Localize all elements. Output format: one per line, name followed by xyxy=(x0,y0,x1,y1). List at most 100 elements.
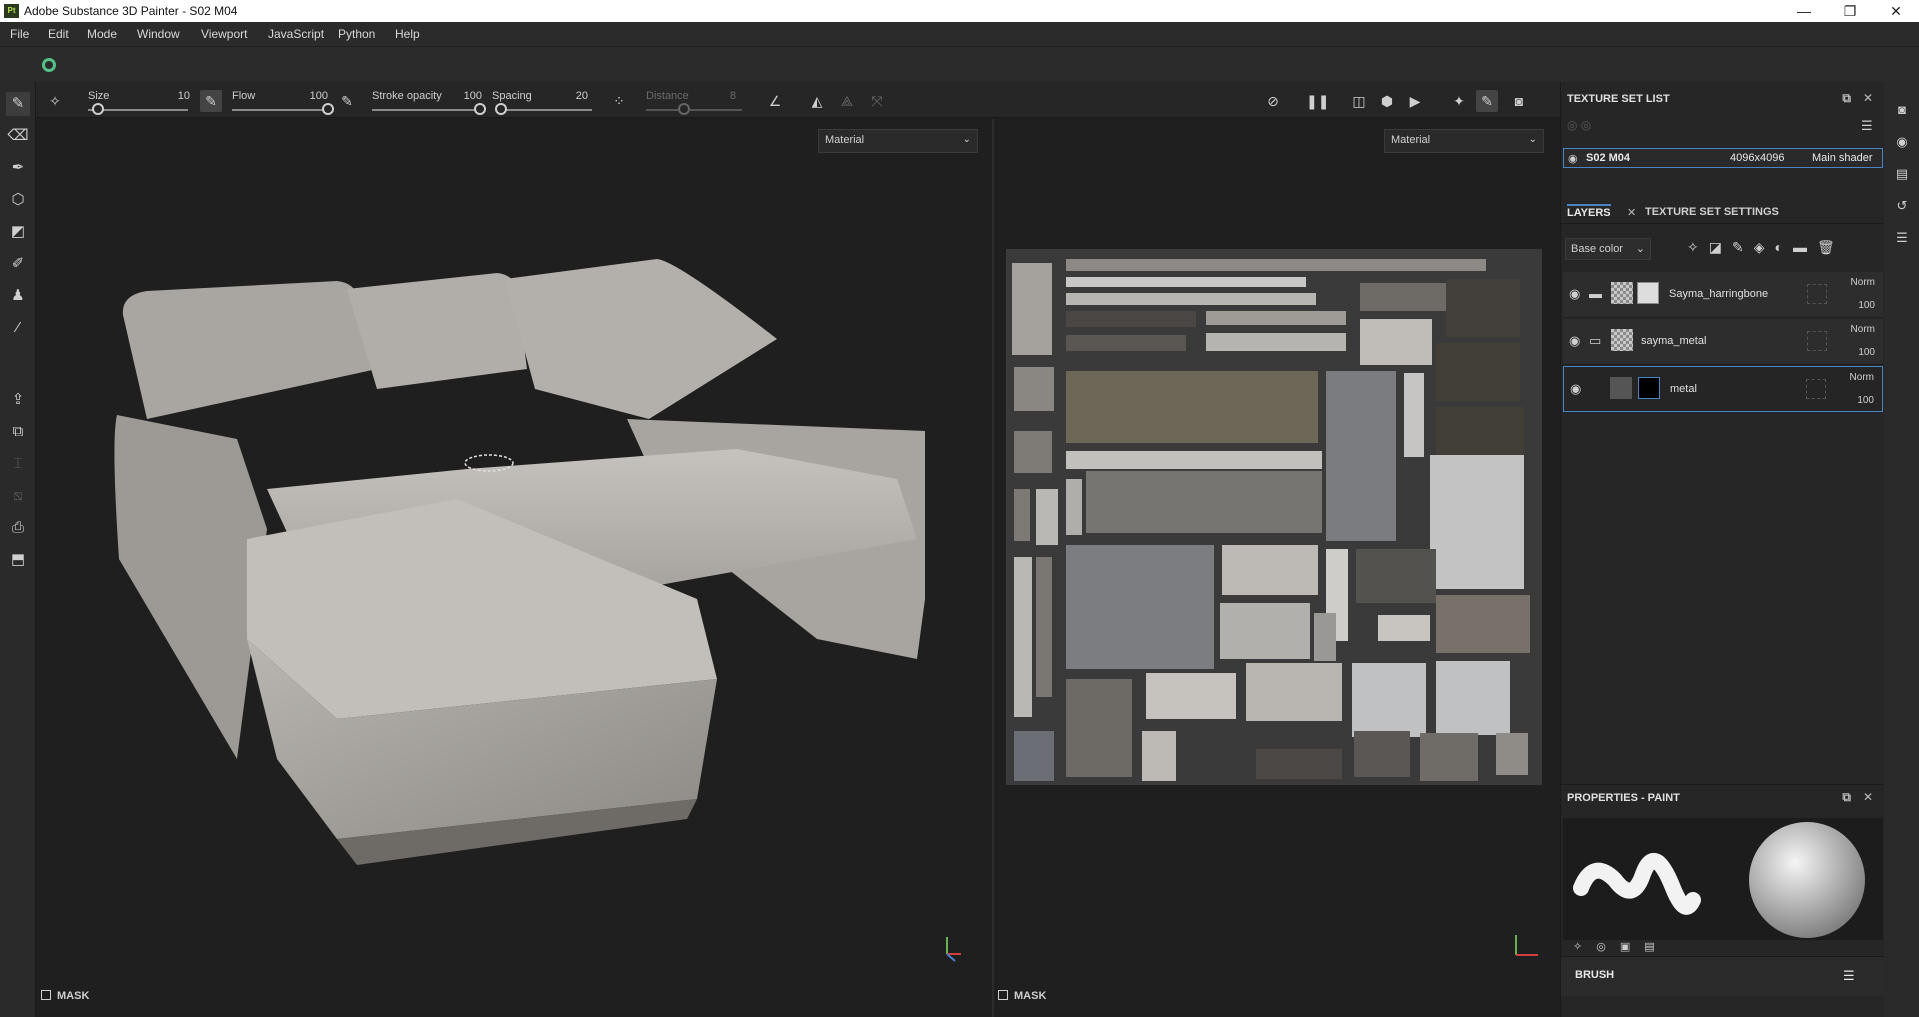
size-slider-knob[interactable] xyxy=(92,103,104,115)
add-mask-icon[interactable]: ◪ xyxy=(1709,239,1732,255)
menu-python[interactable]: Python xyxy=(338,27,375,41)
close-button[interactable]: ✕ xyxy=(1873,0,1919,22)
float-panel-icon[interactable]: ⧉ xyxy=(1842,91,1851,106)
mask-thumbnail[interactable] xyxy=(1638,377,1660,399)
mask-thumbnail[interactable] xyxy=(1637,282,1659,304)
layer-name[interactable]: metal xyxy=(1670,383,1697,395)
layer-name[interactable]: sayma_metal xyxy=(1641,335,1706,347)
viewport-2d-channel-dropdown[interactable]: Material ⌄ xyxy=(1384,129,1544,153)
pressure-size-icon[interactable]: ✎ xyxy=(200,90,222,112)
close-panel-icon[interactable]: ✕ xyxy=(1863,790,1873,804)
paint-brush-icon[interactable]: ✎ xyxy=(6,92,30,116)
texture-set-row[interactable]: ◉ S02 M04 4096x4096 Main shader xyxy=(1563,148,1883,168)
size-value[interactable]: 10 xyxy=(162,90,190,102)
viewport-3d[interactable]: Material ⌄ MASK xyxy=(37,119,992,1012)
brush-mode-icon[interactable]: ✎ xyxy=(1476,90,1498,112)
spacing-value[interactable]: 20 xyxy=(560,90,588,102)
delete-layer-icon[interactable]: 🗑 xyxy=(1817,239,1845,255)
layer-row[interactable]: ◉ ▬ Sayma_harringbone Norm 100 xyxy=(1563,272,1883,318)
eye-icon[interactable]: ◉ xyxy=(1569,286,1580,302)
blend-mode-dropdown[interactable]: Norm xyxy=(1851,324,1875,335)
view-split-icon[interactable]: ◫ xyxy=(1348,90,1370,112)
pause-icon[interactable]: ❚❚ xyxy=(1306,90,1329,112)
display-settings-icon[interactable]: ⬢ xyxy=(1376,90,1398,112)
layer-effect-slot[interactable] xyxy=(1807,331,1827,351)
assets-icon[interactable]: ▤ xyxy=(1892,164,1912,184)
flow-value[interactable]: 100 xyxy=(300,90,328,102)
blend-mode-dropdown[interactable]: Norm xyxy=(1850,372,1874,383)
display-settings-icon[interactable]: ◙ xyxy=(1892,100,1912,120)
add-effect-icon[interactable]: ✧ xyxy=(1687,239,1709,255)
log-icon[interactable]: ☰ xyxy=(1892,228,1912,248)
geometry-mask-icon[interactable]: ◩ xyxy=(6,220,30,244)
menu-edit[interactable]: Edit xyxy=(48,27,69,41)
export-icon[interactable]: ⇪ xyxy=(6,388,30,412)
stroke-opacity-value[interactable]: 100 xyxy=(454,90,482,102)
layer-name[interactable]: Sayma_harringbone xyxy=(1669,288,1768,300)
brush-section[interactable]: BRUSH ☰ xyxy=(1561,956,1885,996)
mask-toggle-3d[interactable]: MASK xyxy=(41,990,89,1012)
projection-icon[interactable]: ✒ xyxy=(6,156,30,180)
hide-icon[interactable]: ⊘ xyxy=(1262,90,1284,112)
add-smart-material-icon[interactable]: ◐ xyxy=(1774,239,1792,255)
eye-icon[interactable]: ◉ xyxy=(1569,333,1580,349)
uv-texture-map[interactable] xyxy=(1006,249,1542,785)
mask-toggle-2d[interactable]: MASK xyxy=(998,990,1046,1012)
eye-icon[interactable]: ◉ xyxy=(1570,381,1581,397)
menu-help[interactable]: Help xyxy=(395,27,420,41)
snapshot-icon[interactable]: ⎙ xyxy=(6,516,30,540)
menu-javascript[interactable]: JavaScript xyxy=(268,27,324,41)
layer-row-selected[interactable]: ◉ metal Norm 100 xyxy=(1563,366,1883,412)
uv-tool-icon[interactable]: ⬒ xyxy=(6,548,30,572)
menu-mode[interactable]: Mode xyxy=(87,27,117,41)
layer-row[interactable]: ◉ ▭ sayma_metal Norm 100 xyxy=(1563,319,1883,365)
target-icon[interactable]: ◎ xyxy=(1596,941,1620,953)
camera-icon[interactable]: ▶ xyxy=(1404,90,1426,112)
eye-icon[interactable]: ◉ xyxy=(1568,152,1578,165)
tab-texture-set-settings[interactable]: TEXTURE SET SETTINGS xyxy=(1645,206,1779,218)
polygon-fill-icon[interactable]: ⬡ xyxy=(6,188,30,212)
menu-file[interactable]: File xyxy=(10,27,29,41)
layer-effect-slot[interactable] xyxy=(1806,379,1826,399)
brush-menu-icon[interactable]: ☰ xyxy=(1843,968,1855,984)
layer-opacity[interactable]: 100 xyxy=(1858,347,1875,358)
bake-icon[interactable]: ⧉ xyxy=(6,420,30,444)
blend-mode-dropdown[interactable]: Norm xyxy=(1851,277,1875,288)
angle-icon[interactable]: ∠ xyxy=(764,90,786,112)
eraser-icon[interactable]: ⌫ xyxy=(6,124,30,148)
tab-close-icon[interactable]: ✕ xyxy=(1627,206,1636,219)
texture-set-menu-icon[interactable]: ☰ xyxy=(1861,118,1873,134)
image-icon[interactable]: ▣ xyxy=(1620,941,1644,953)
close-panel-icon[interactable]: ✕ xyxy=(1863,91,1873,105)
gradient-icon[interactable]: ▤ xyxy=(1644,941,1668,953)
folder-icon[interactable]: ▭ xyxy=(1589,333,1601,349)
folder-icon[interactable]: ▬ xyxy=(1589,286,1602,301)
minimize-button[interactable]: — xyxy=(1781,0,1827,22)
spacing-slider-knob[interactable] xyxy=(494,103,507,115)
shader-settings-icon[interactable]: ◉ xyxy=(1892,132,1912,152)
float-panel-icon[interactable]: ⧉ xyxy=(1842,790,1851,805)
texture-set-shader[interactable]: Main shader xyxy=(1812,152,1873,164)
channel-dropdown[interactable]: Base color ⌄ xyxy=(1565,238,1651,260)
stroke-opacity-slider-knob[interactable] xyxy=(474,103,486,115)
clone-stamp-icon[interactable]: ♟ xyxy=(6,284,30,308)
layer-opacity[interactable]: 100 xyxy=(1857,395,1874,406)
add-folder-icon[interactable]: ▬ xyxy=(1793,239,1817,255)
history-icon[interactable]: ↺ xyxy=(1892,196,1912,216)
viewport-3d-channel-dropdown[interactable]: Material ⌄ xyxy=(818,129,978,153)
brush-settings-icon[interactable]: ✧ xyxy=(1573,941,1596,953)
pressure-flow-icon[interactable]: ✎ xyxy=(336,90,358,112)
layer-effect-slot[interactable] xyxy=(1807,284,1827,304)
stroke-opacity-slider[interactable] xyxy=(372,109,480,111)
mask-checkbox[interactable] xyxy=(998,990,1008,1000)
flow-slider-knob[interactable] xyxy=(322,103,334,115)
lazy-mouse-icon[interactable]: ⁘ xyxy=(608,90,630,112)
layer-opacity[interactable]: 100 xyxy=(1858,300,1875,311)
maximize-button[interactable]: ❐ xyxy=(1827,0,1873,22)
symmetry-icon[interactable]: ◭ xyxy=(806,90,828,112)
menu-window[interactable]: Window xyxy=(137,27,180,41)
mask-checkbox[interactable] xyxy=(41,990,51,1000)
flow-slider[interactable] xyxy=(232,109,328,111)
color-picker-icon[interactable]: ⁄ xyxy=(6,316,30,340)
add-fill-layer-icon[interactable]: ◈ xyxy=(1754,239,1775,255)
